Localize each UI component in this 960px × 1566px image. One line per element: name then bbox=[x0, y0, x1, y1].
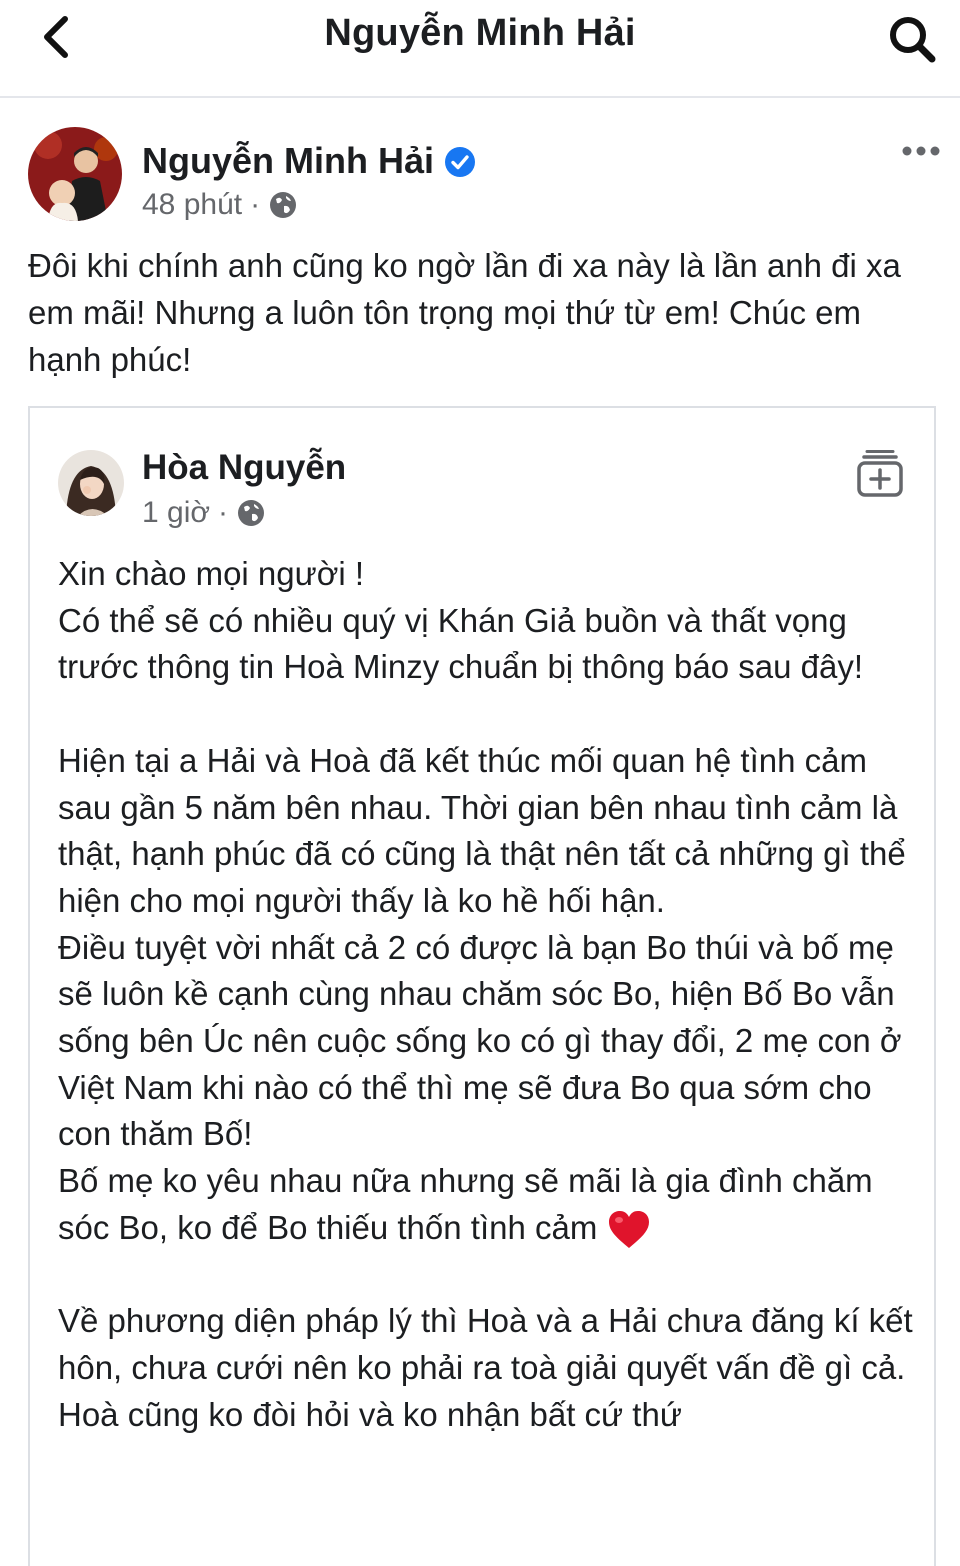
post-meta: 48 phút · bbox=[142, 188, 298, 222]
globe-icon bbox=[268, 190, 298, 220]
shared-post-meta: 1 giờ · bbox=[142, 496, 266, 530]
shared-text-line: Xin chào mọi người ! bbox=[58, 555, 365, 592]
shared-text-line: Bố mẹ ko yêu nhau nữa nhưng sẽ mãi là gi… bbox=[58, 1162, 873, 1246]
shared-post-time[interactable]: 1 giờ bbox=[142, 496, 210, 530]
search-button[interactable] bbox=[882, 10, 942, 68]
shared-post-card[interactable]: Hòa Nguyễn 1 giờ · Xin chào mọi người ! … bbox=[28, 406, 936, 1566]
search-icon bbox=[890, 17, 936, 63]
shared-text-line-with-emoji: Bố mẹ ko yêu nhau nữa nhưng sẽ mãi là gi… bbox=[58, 1158, 918, 1251]
verified-badge-icon bbox=[444, 145, 476, 177]
shared-post-text: Xin chào mọi người ! Có thể sẽ có nhiều … bbox=[58, 551, 918, 1438]
shared-text-line: Có thể sẽ có nhiều quý vị Khán Giả buồn … bbox=[58, 601, 864, 686]
post-author-label: Nguyễn Minh Hải bbox=[142, 140, 435, 181]
post-time[interactable]: 48 phút bbox=[142, 188, 242, 222]
save-collection-icon bbox=[857, 450, 903, 497]
page-title: Nguyễn Minh Hải bbox=[324, 12, 636, 54]
shared-author-avatar[interactable] bbox=[58, 450, 124, 516]
more-options-button[interactable] bbox=[898, 134, 944, 168]
post-author-name[interactable]: Nguyễn Minh Hải bbox=[142, 140, 476, 182]
post-text: Đôi khi chính anh cũng ko ngờ lần đi xa … bbox=[28, 247, 901, 378]
more-dots-icon bbox=[902, 146, 940, 156]
meta-separator: · bbox=[218, 496, 229, 529]
shared-text-line: Về phương diện pháp lý thì Hoà và a Hải … bbox=[58, 1302, 913, 1433]
heart-icon bbox=[607, 1210, 651, 1250]
shared-text-line: Điều tuyệt vời nhất cả 2 có được là bạn … bbox=[58, 928, 902, 1153]
shared-author-name[interactable]: Hòa Nguyễn bbox=[142, 448, 346, 488]
save-collection-button[interactable] bbox=[852, 446, 908, 502]
globe-icon bbox=[236, 498, 266, 528]
author-avatar[interactable] bbox=[28, 127, 122, 221]
meta-separator: · bbox=[250, 188, 261, 221]
top-bar: Nguyễn Minh Hải bbox=[0, 0, 960, 98]
shared-text-line: Hiện tại a Hải và Hoà đã kết thúc mối qu… bbox=[58, 741, 906, 919]
